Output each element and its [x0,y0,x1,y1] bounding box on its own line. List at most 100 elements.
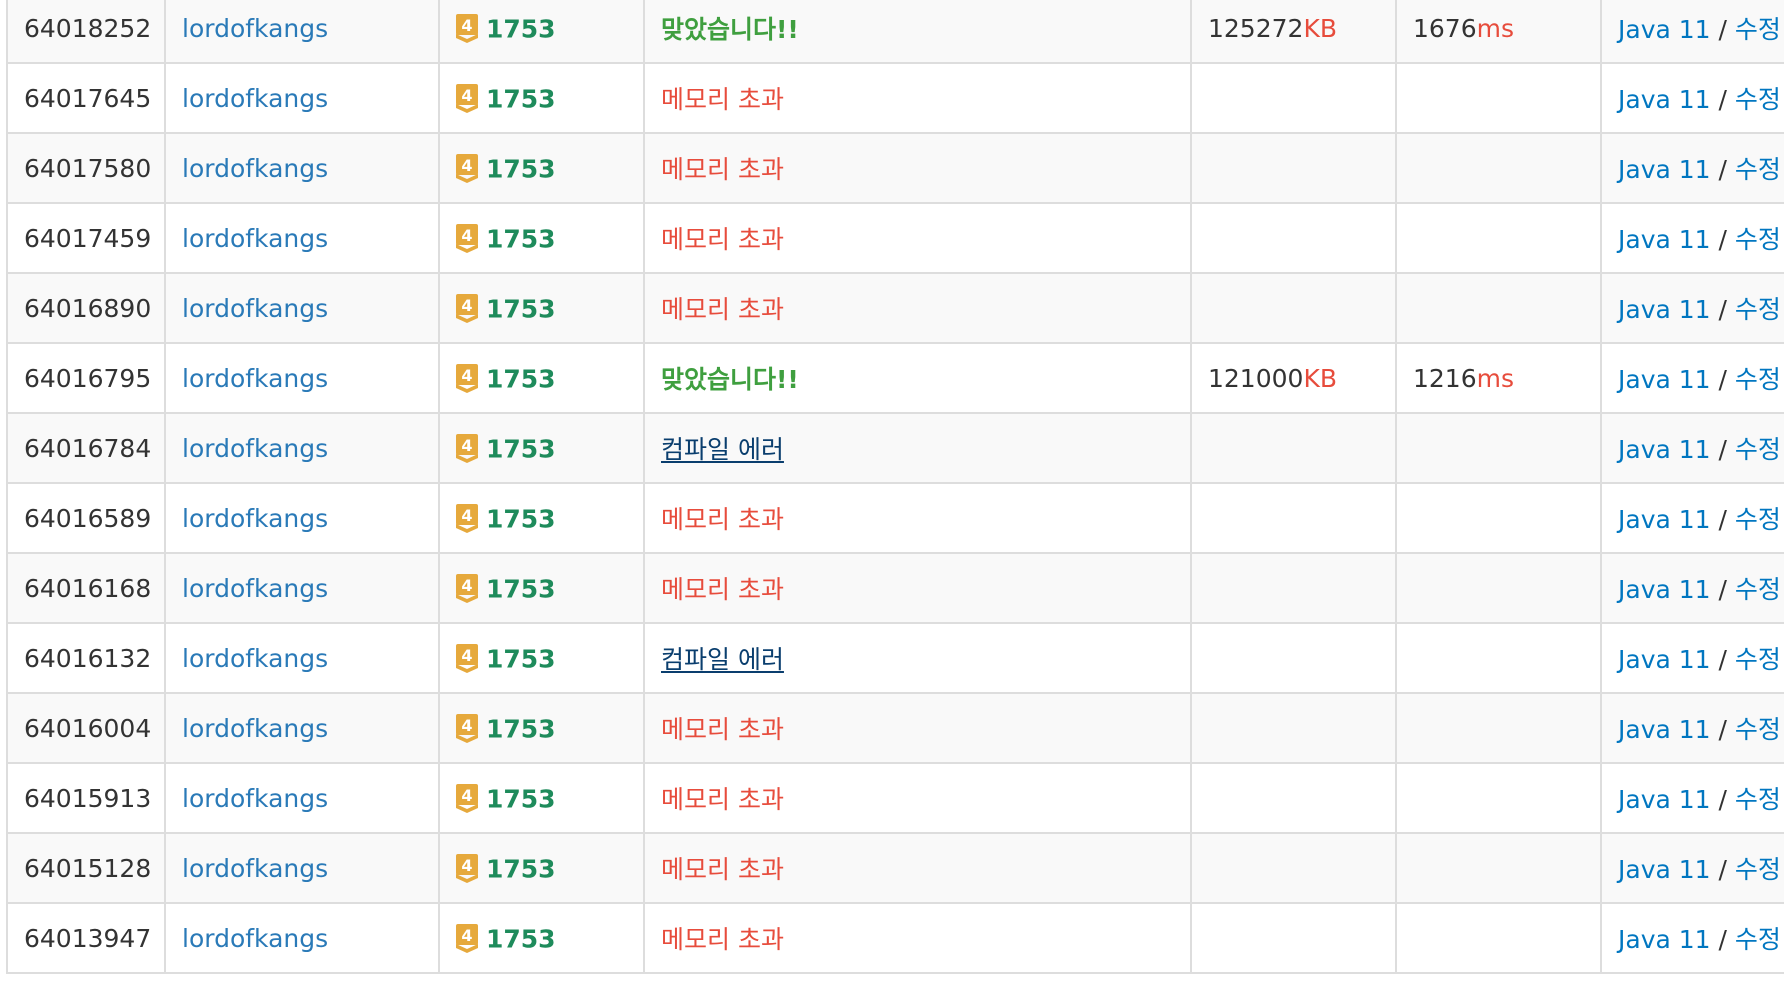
submission-id: 64017645 [6,62,166,134]
problem-cell: 4 1753 [438,762,645,834]
user-link[interactable]: lordofkangs [182,854,328,883]
result-text: 메모리 초과 [661,225,784,254]
edit-link[interactable]: 수정 [1735,365,1781,394]
edit-link[interactable]: 수정 [1735,435,1781,464]
user-link[interactable]: lordofkangs [182,714,328,743]
language-link[interactable]: Java 11 [1618,295,1711,324]
language-link[interactable]: Java 11 [1618,155,1711,184]
submission-id: 64017580 [6,132,166,204]
edit-link[interactable]: 수정 [1735,155,1781,184]
language-cell: Java 11 / 수정 [1600,622,1784,694]
language-link[interactable]: Java 11 [1618,645,1711,674]
language-cell: Java 11 / 수정 [1600,272,1784,344]
edit-link[interactable]: 수정 [1735,575,1781,604]
problem-link[interactable]: 1753 [486,924,556,953]
edit-link[interactable]: 수정 [1735,715,1781,744]
result-cell: 메모리 초과 [643,902,1192,974]
user-cell: lordofkangs [164,342,440,414]
result-cell: 맞았습니다!! [643,0,1192,64]
problem-link[interactable]: 1753 [486,434,556,463]
language-link[interactable]: Java 11 [1618,575,1711,604]
gold-tier-4-icon: 4 [456,433,478,463]
gold-tier-4-icon: 4 [456,643,478,673]
user-link[interactable]: lordofkangs [182,224,328,253]
submission-id-text: 64015128 [24,853,152,883]
problem-link[interactable]: 1753 [486,84,556,113]
submission-row: 64013947 lordofkangs 4 1753 메모리 초과 Java … [6,902,1784,974]
language-cell: Java 11 / 수정 [1600,692,1784,764]
user-link[interactable]: lordofkangs [182,644,328,673]
tier-number: 4 [461,856,472,875]
user-link[interactable]: lordofkangs [182,784,328,813]
language-link[interactable]: Java 11 [1618,85,1711,114]
user-cell: lordofkangs [164,552,440,624]
problem-link[interactable]: 1753 [486,644,556,673]
problem-link[interactable]: 1753 [486,714,556,743]
separator: / [1710,85,1735,114]
submission-id: 64016795 [6,342,166,414]
memory-cell [1190,832,1397,904]
submission-id: 64015913 [6,762,166,834]
time-cell [1395,552,1602,624]
submission-id-text: 64016132 [24,643,152,673]
problem-link[interactable]: 1753 [486,854,556,883]
language-link[interactable]: Java 11 [1618,925,1711,954]
submission-id: 64016004 [6,692,166,764]
user-link[interactable]: lordofkangs [182,574,328,603]
user-link[interactable]: lordofkangs [182,154,328,183]
problem-link[interactable]: 1753 [486,294,556,323]
memory-cell [1190,202,1397,274]
language-link[interactable]: Java 11 [1618,785,1711,814]
result-cell: 맞았습니다!! [643,342,1192,414]
language-link[interactable]: Java 11 [1618,855,1711,884]
result-cell: 메모리 초과 [643,272,1192,344]
problem-link[interactable]: 1753 [486,14,556,43]
problem-link[interactable]: 1753 [486,364,556,393]
language-link[interactable]: Java 11 [1618,15,1711,44]
separator: / [1710,785,1735,814]
memory-cell [1190,482,1397,554]
submission-id: 64016890 [6,272,166,344]
user-link[interactable]: lordofkangs [182,14,328,43]
problem-link[interactable]: 1753 [486,784,556,813]
problem-link[interactable]: 1753 [486,224,556,253]
submission-row: 64016795 lordofkangs 4 1753 맞았습니다!! 1210… [6,342,1784,414]
result-cell: 컴파일 에러 [643,622,1192,694]
user-link[interactable]: lordofkangs [182,294,328,323]
problem-link[interactable]: 1753 [486,504,556,533]
language-cell: Java 11 / 수정 [1600,202,1784,274]
edit-link[interactable]: 수정 [1735,925,1781,954]
edit-link[interactable]: 수정 [1735,855,1781,884]
edit-link[interactable]: 수정 [1735,85,1781,114]
user-cell: lordofkangs [164,412,440,484]
submission-row: 64016589 lordofkangs 4 1753 메모리 초과 Java … [6,482,1784,554]
language-link[interactable]: Java 11 [1618,505,1711,534]
language-link[interactable]: Java 11 [1618,715,1711,744]
edit-link[interactable]: 수정 [1735,295,1781,324]
user-link[interactable]: lordofkangs [182,84,328,113]
problem-link[interactable]: 1753 [486,154,556,183]
user-link[interactable]: lordofkangs [182,504,328,533]
language-link[interactable]: Java 11 [1618,365,1711,394]
edit-link[interactable]: 수정 [1735,785,1781,814]
problem-link[interactable]: 1753 [486,574,556,603]
edit-link[interactable]: 수정 [1735,225,1781,254]
user-link[interactable]: lordofkangs [182,364,328,393]
submission-table: 64018252 lordofkangs 4 1753 맞았습니다!! 1252… [6,0,1784,974]
user-link[interactable]: lordofkangs [182,434,328,463]
user-cell: lordofkangs [164,832,440,904]
edit-link[interactable]: 수정 [1735,15,1781,44]
edit-link[interactable]: 수정 [1735,645,1781,674]
submission-id-text: 64013947 [24,923,152,953]
submission-row: 64016890 lordofkangs 4 1753 메모리 초과 Java … [6,272,1784,344]
result-cell: 메모리 초과 [643,552,1192,624]
problem-cell: 4 1753 [438,692,645,764]
user-cell: lordofkangs [164,482,440,554]
submission-id-text: 64018252 [24,13,152,43]
language-link[interactable]: Java 11 [1618,435,1711,464]
language-link[interactable]: Java 11 [1618,225,1711,254]
problem-cell: 4 1753 [438,272,645,344]
gold-tier-4-icon: 4 [456,363,478,393]
edit-link[interactable]: 수정 [1735,505,1781,534]
user-link[interactable]: lordofkangs [182,924,328,953]
